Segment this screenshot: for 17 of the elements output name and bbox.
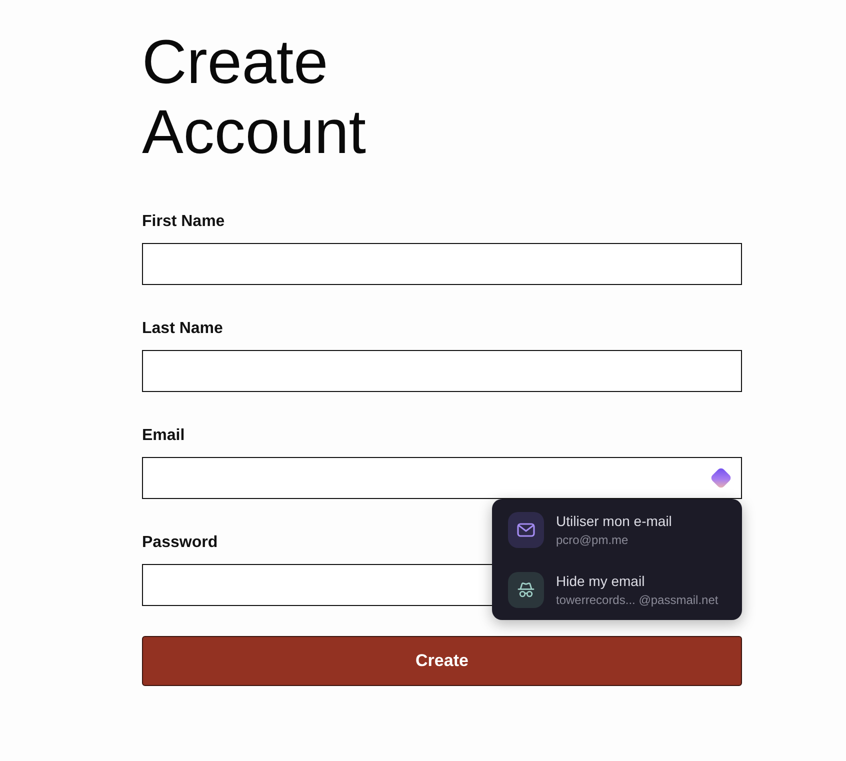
- page-title: Create Account: [142, 28, 368, 168]
- field-label: Last Name: [142, 319, 223, 339]
- menu-item-subtitle: pcro@pm.me: [556, 532, 630, 548]
- create-button[interactable]: Create: [142, 636, 742, 686]
- menu-item-title: Hide my email: [556, 572, 646, 590]
- input-field[interactable]: [142, 350, 742, 392]
- input-field[interactable]: [142, 457, 742, 499]
- field-label: Email: [142, 426, 185, 446]
- field-label: First Name: [142, 212, 225, 232]
- menu-item[interactable]: Utiliser mon e-mail pcro@pm.me: [492, 500, 742, 560]
- input-field[interactable]: [142, 243, 742, 285]
- menu-item-title: Utiliser mon e-mail: [556, 512, 672, 530]
- envelope-icon: [508, 512, 544, 548]
- menu-item-subtitle: towerrecords... @passmail.net: [556, 592, 718, 608]
- menu-item[interactable]: Hide my email towerrecords... @passmail.net: [492, 560, 742, 620]
- field-label: Password: [142, 533, 218, 553]
- incognito-icon: [508, 572, 544, 608]
